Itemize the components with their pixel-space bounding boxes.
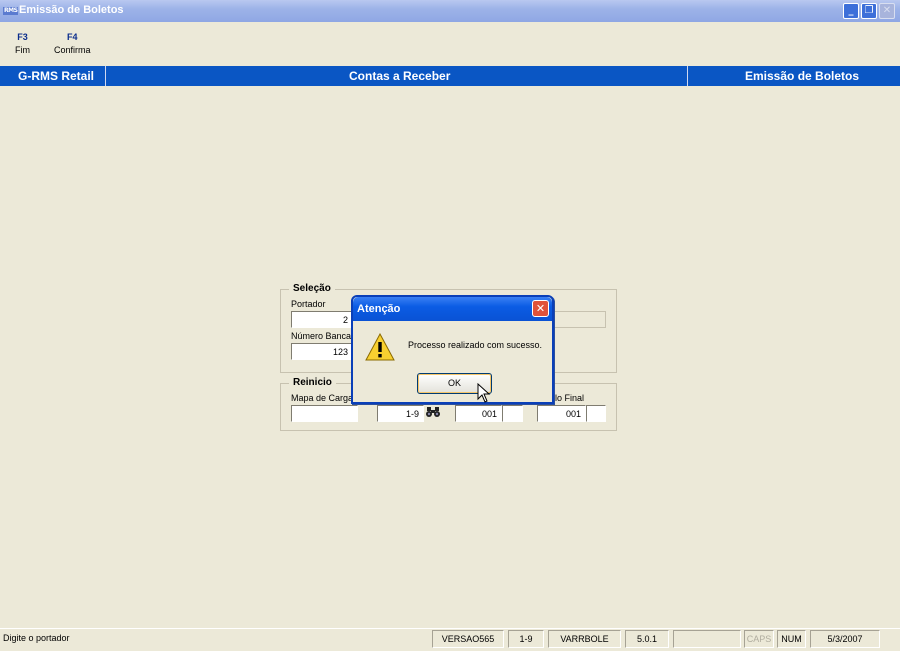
portador-description-field — [553, 311, 606, 328]
dialog-message: Processo realizado com sucesso. — [408, 340, 543, 350]
status-empty-cell — [673, 630, 741, 648]
header-screen: Emissão de Boletos — [745, 69, 860, 83]
header-divider — [105, 66, 106, 86]
binoculars-icon[interactable] — [424, 405, 442, 422]
dialog-close-button[interactable]: ✕ — [532, 300, 549, 317]
dialog-title: Atenção — [357, 303, 401, 315]
toolbar-item-fim[interactable]: F3 Fim — [15, 32, 30, 55]
toolbar-item-confirma[interactable]: F4 Confirma — [54, 32, 91, 55]
code-input[interactable]: 1-9 — [377, 405, 424, 422]
status-message: Digite o portador — [3, 633, 70, 643]
close-icon: ✕ — [882, 5, 892, 16]
status-version: VERSAO565 — [432, 630, 504, 648]
close-window-button[interactable]: ✕ — [879, 3, 895, 19]
status-num: NUM — [777, 630, 806, 648]
status-date: 5/3/2007 — [810, 630, 880, 648]
status-program: VARRBOLE — [548, 630, 621, 648]
numero-bancario-label: Número Banca — [291, 331, 352, 341]
dialog-title-bar[interactable]: Atenção ✕ — [353, 297, 552, 321]
initial-number-input[interactable]: 001 — [455, 405, 502, 422]
mapa-carga-input[interactable] — [291, 405, 358, 422]
alert-dialog: Atenção ✕ Processo realizado com sucesso… — [351, 295, 554, 404]
status-release: 5.0.1 — [625, 630, 669, 648]
header-module: Contas a Receber — [349, 69, 451, 83]
portador-label: Portador — [291, 299, 326, 309]
toolbar: F3 Fim F4 Confirma — [0, 22, 900, 64]
header-divider — [687, 66, 688, 86]
final-label: lo Final — [555, 393, 585, 403]
restore-button[interactable]: ❐ — [861, 3, 877, 19]
minimize-button[interactable]: _ — [843, 3, 859, 19]
numero-bancario-input[interactable]: 123 — [291, 343, 353, 360]
mapa-carga-label: Mapa de Carga — [291, 393, 354, 403]
toolbar-key: F3 — [17, 32, 28, 42]
toolbar-label: Fim — [15, 45, 30, 55]
restore-icon: ❐ — [864, 5, 874, 16]
portador-input[interactable]: 2 — [291, 311, 353, 328]
reinicio-title: Reinicio — [289, 377, 336, 388]
final-number-dv-input[interactable] — [586, 405, 606, 422]
status-code: 1-9 — [508, 630, 544, 648]
window-title-bar[interactable]: RMS Emissão de Boletos _ ❐ ✕ — [0, 0, 900, 22]
initial-number-dv-input[interactable] — [502, 405, 523, 422]
status-bar: Digite o portador VERSAO565 1-9 VARRBOLE… — [0, 628, 900, 651]
app-icon: RMS — [3, 7, 19, 15]
minimize-icon: _ — [848, 5, 854, 16]
toolbar-label: Confirma — [54, 45, 91, 55]
header-band: G-RMS Retail Contas a Receber Emissão de… — [0, 66, 900, 86]
window-title: Emissão de Boletos — [19, 4, 124, 16]
header-system: G-RMS Retail — [18, 69, 95, 83]
status-caps: CAPS — [744, 630, 774, 648]
final-number-input[interactable]: 001 — [537, 405, 586, 422]
selecao-title: Seleção — [289, 283, 335, 294]
mouse-cursor-icon — [477, 383, 491, 403]
toolbar-key: F4 — [67, 32, 78, 42]
close-icon: ✕ — [535, 302, 546, 315]
warning-icon — [365, 333, 395, 361]
